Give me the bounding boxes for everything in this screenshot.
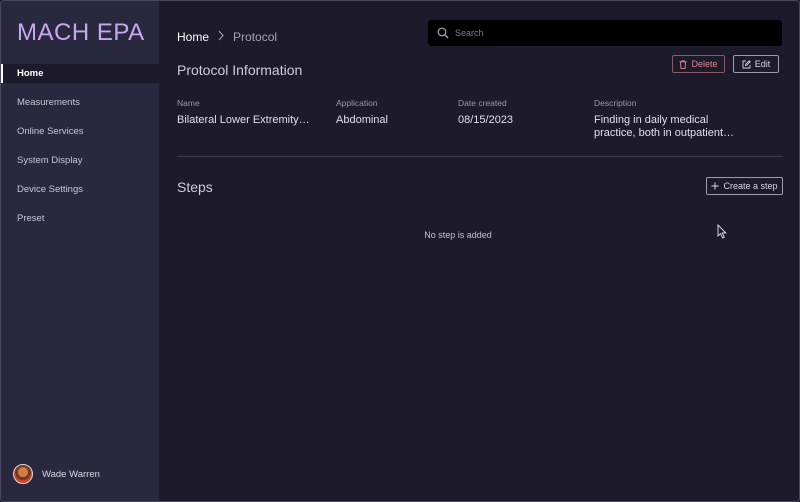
field-date-created-value: 08/15/2023 [458, 114, 514, 126]
chevron-right-icon [217, 30, 225, 44]
trash-icon [679, 59, 687, 69]
user-name: Wade Warren [42, 468, 100, 480]
avatar [13, 464, 33, 484]
sidebar-item-system-display[interactable]: System Display [1, 151, 159, 170]
plus-icon [711, 182, 719, 190]
field-name-label: Name [177, 98, 200, 108]
create-step-button[interactable]: Create a step [706, 177, 783, 195]
search-bar[interactable] [428, 20, 782, 46]
field-name-value: Bilateral Lower Extremity… [177, 114, 310, 126]
edit-icon [742, 59, 751, 68]
breadcrumb-home[interactable]: Home [177, 30, 209, 44]
field-description-line-1: Finding in daily medical [594, 114, 709, 126]
search-input[interactable] [455, 28, 755, 38]
sidebar: MACH EPA Home Measurements Online Servic… [1, 1, 159, 501]
field-application: Application Abdominal [336, 98, 446, 127]
delete-button[interactable]: Delete [672, 55, 725, 73]
protocol-info-title: Protocol Information [177, 62, 303, 78]
steps-title: Steps [177, 179, 213, 195]
sidebar-item-device-settings[interactable]: Device Settings [1, 180, 159, 199]
edit-label: Edit [754, 59, 771, 69]
field-application-value: Abdominal [336, 114, 388, 126]
sidebar-item-measurements[interactable]: Measurements [1, 93, 159, 112]
edit-button[interactable]: Edit [733, 55, 779, 73]
create-step-label: Create a step [723, 181, 778, 191]
sidebar-item-online-services[interactable]: Online Services [1, 122, 159, 141]
field-date-created-label: Date created [458, 98, 507, 108]
steps-empty-state: No step is added [424, 230, 492, 240]
app-title: MACH EPA [17, 19, 145, 46]
sidebar-nav: Home Measurements Online Services System… [1, 64, 159, 238]
mouse-cursor-icon [717, 224, 727, 239]
field-description: Description Finding in daily medical pra… [594, 98, 774, 140]
app-window: MACH EPA Home Measurements Online Servic… [0, 0, 800, 502]
main-content: Home Protocol Protocol Information Delet… [159, 1, 799, 501]
delete-label: Delete [691, 59, 718, 69]
sidebar-item-home[interactable]: Home [1, 64, 159, 83]
field-application-label: Application [336, 98, 378, 108]
field-name: Name Bilateral Lower Extremity… [177, 98, 317, 127]
breadcrumb-current: Protocol [233, 30, 278, 44]
sidebar-item-preset[interactable]: Preset [1, 209, 159, 228]
divider [177, 156, 783, 157]
field-description-line-2: practice, both in outpatient… [594, 127, 735, 139]
user-profile[interactable]: Wade Warren [13, 464, 100, 484]
search-icon [437, 27, 449, 39]
field-date-created: Date created 08/15/2023 [458, 98, 578, 127]
field-description-label: Description [594, 98, 637, 108]
breadcrumb: Home Protocol [177, 30, 277, 44]
